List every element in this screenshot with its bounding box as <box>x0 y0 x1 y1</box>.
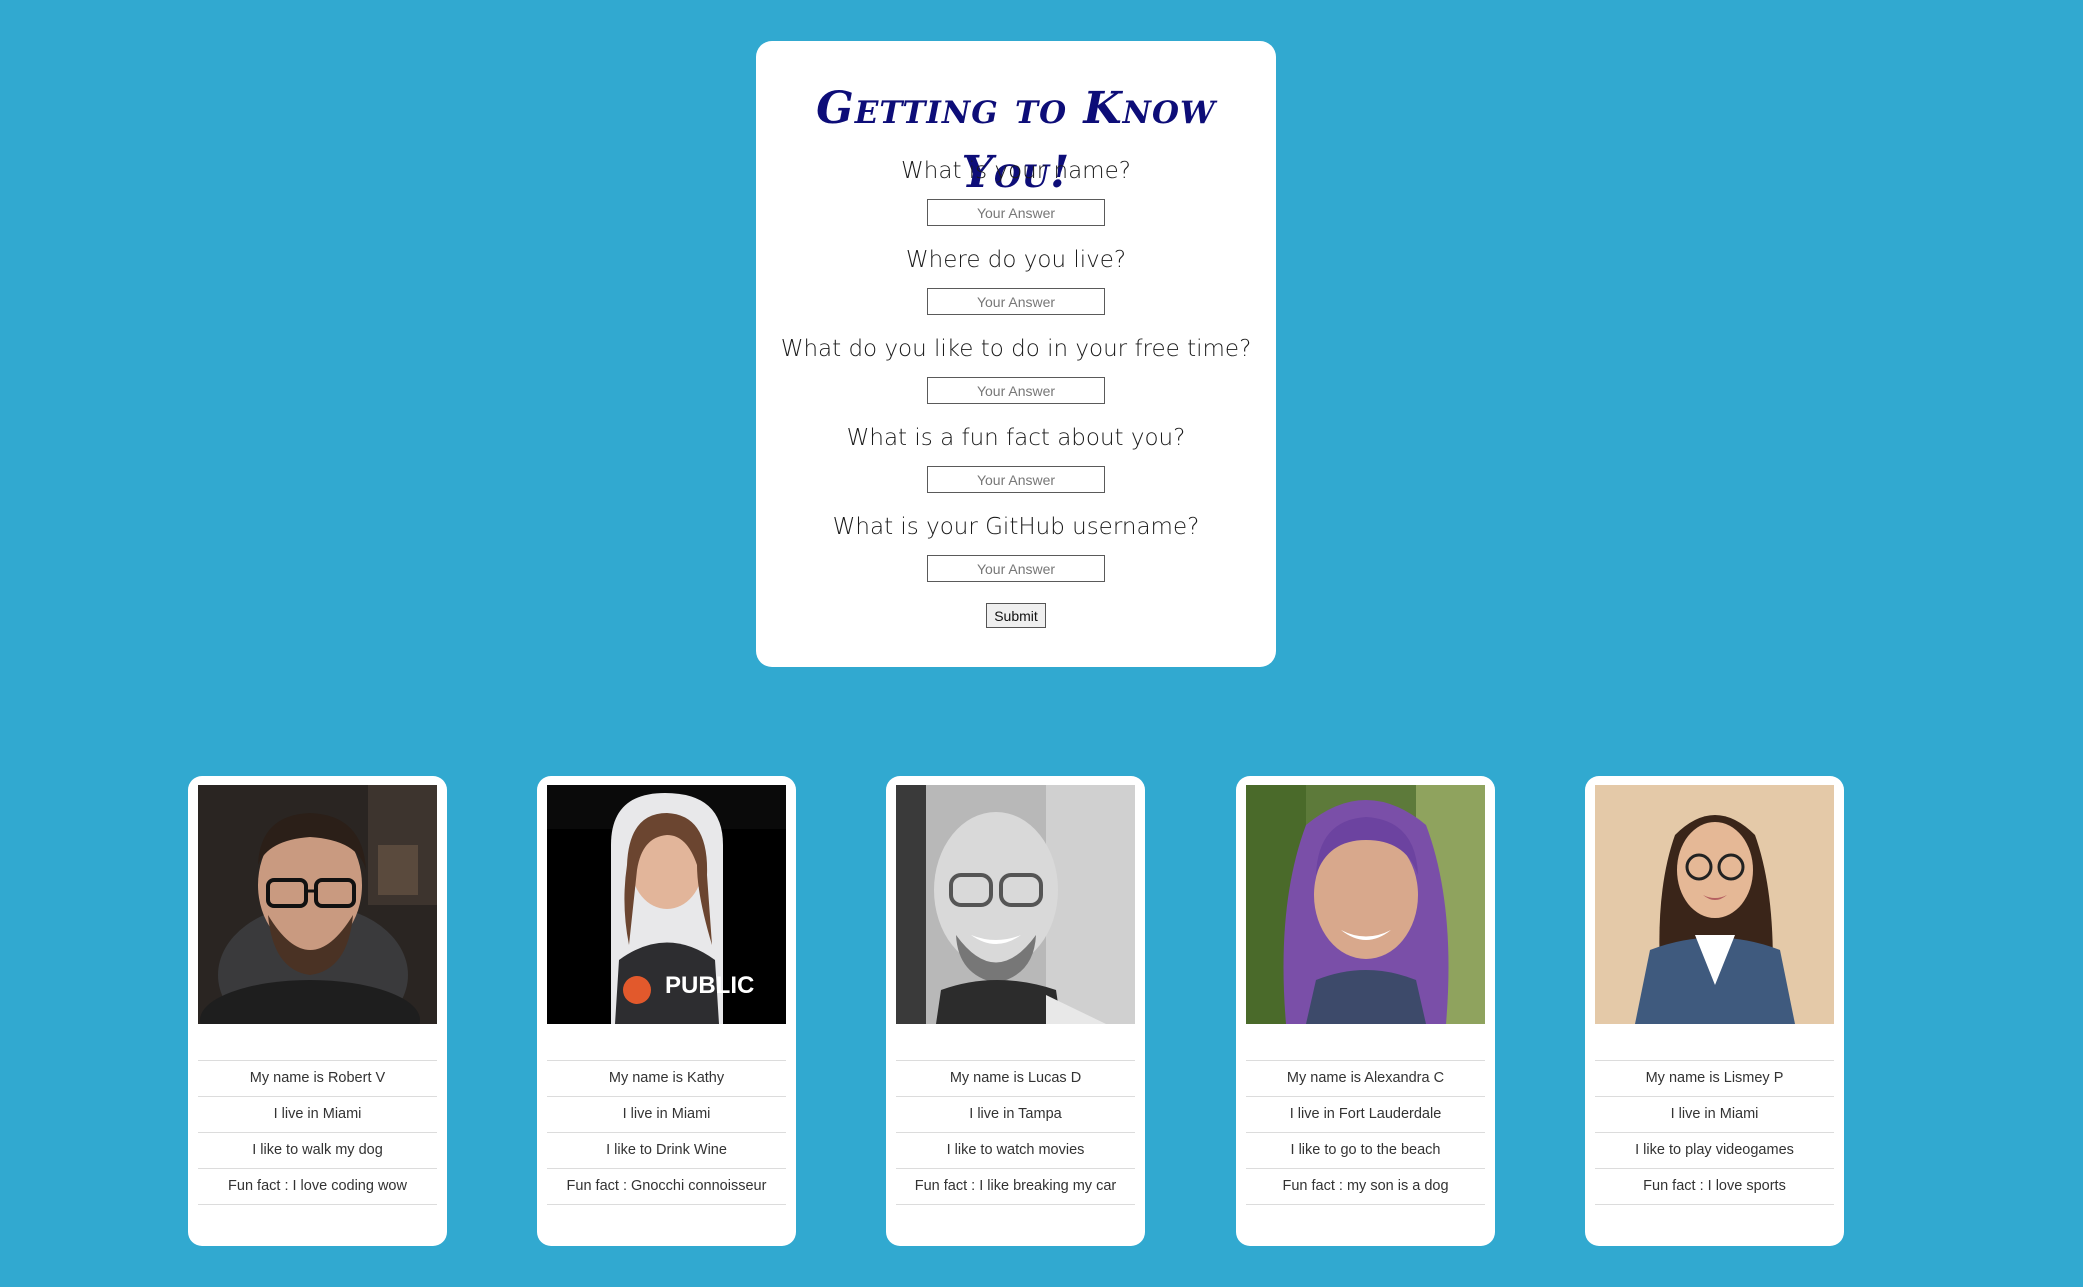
profile-name: My name is Robert V <box>198 1061 437 1097</box>
profile-card: PUBLIC My name is Kathy I live in Miami … <box>537 776 796 1246</box>
free-time-input[interactable] <box>927 377 1105 404</box>
profile-info-list: My name is Lucas D I live in Tampa I lik… <box>896 1060 1135 1205</box>
profile-fun-fact: Fun fact : I love sports <box>1595 1169 1834 1205</box>
profile-cards: My name is Robert V I live in Miami I li… <box>188 776 1846 1246</box>
profile-card: My name is Robert V I live in Miami I li… <box>188 776 447 1246</box>
profile-name: My name is Lucas D <box>896 1061 1135 1097</box>
profile-info-list: My name is Lismey P I live in Miami I li… <box>1595 1060 1834 1205</box>
question-location: Where do you live? <box>756 244 1276 315</box>
question-label: What is your GitHub username? <box>832 514 1200 540</box>
profile-card: My name is Alexandra C I live in Fort La… <box>1236 776 1495 1246</box>
submit-button[interactable]: Submit <box>986 603 1046 628</box>
profile-photo <box>198 785 437 1024</box>
profile-fun-fact: Fun fact : I love coding wow <box>198 1169 437 1205</box>
profile-photo <box>1595 785 1834 1024</box>
svg-text:PUBLIC: PUBLIC <box>665 972 754 999</box>
profile-info-list: My name is Alexandra C I live in Fort La… <box>1246 1060 1485 1205</box>
profile-hobby: I like to go to the beach <box>1246 1133 1485 1169</box>
question-label: What is a fun fact about you? <box>846 425 1186 451</box>
survey-form-card: Getting to Know You! What is your name? … <box>756 41 1276 667</box>
profile-photo: PUBLIC <box>547 785 786 1024</box>
question-label: Where do you live? <box>905 247 1127 273</box>
question-label: What is your name? <box>901 158 1131 184</box>
profile-location: I live in Miami <box>547 1097 786 1133</box>
profile-location: I live in Fort Lauderdale <box>1246 1097 1485 1133</box>
profile-fun-fact: Fun fact : Gnocchi connoisseur <box>547 1169 786 1205</box>
profile-hobby: I like to Drink Wine <box>547 1133 786 1169</box>
question-github: What is your GitHub username? <box>756 511 1276 582</box>
fun-fact-input[interactable] <box>927 466 1105 493</box>
profile-name: My name is Lismey P <box>1595 1061 1834 1097</box>
profile-card: My name is Lismey P I live in Miami I li… <box>1585 776 1844 1246</box>
profile-hobby: I like to watch movies <box>896 1133 1135 1169</box>
profile-name: My name is Alexandra C <box>1246 1061 1485 1097</box>
profile-hobby: I like to walk my dog <box>198 1133 437 1169</box>
question-label: What do you like to do in your free time… <box>780 336 1252 362</box>
question-free-time: What do you like to do in your free time… <box>756 333 1276 404</box>
form-title: Getting to Know You! <box>816 83 1216 198</box>
location-input[interactable] <box>927 288 1105 315</box>
profile-fun-fact: Fun fact : my son is a dog <box>1246 1169 1485 1205</box>
profile-location: I live in Tampa <box>896 1097 1135 1133</box>
profile-fun-fact: Fun fact : I like breaking my car <box>896 1169 1135 1205</box>
profile-location: I live in Miami <box>1595 1097 1834 1133</box>
profile-card: My name is Lucas D I live in Tampa I lik… <box>886 776 1145 1246</box>
question-fun-fact: What is a fun fact about you? <box>756 422 1276 493</box>
profile-photo <box>896 785 1135 1024</box>
profile-name: My name is Kathy <box>547 1061 786 1097</box>
profile-info-list: My name is Robert V I live in Miami I li… <box>198 1060 437 1205</box>
github-username-input[interactable] <box>927 555 1105 582</box>
profile-info-list: My name is Kathy I live in Miami I like … <box>547 1060 786 1205</box>
profile-location: I live in Miami <box>198 1097 437 1133</box>
profile-photo <box>1246 785 1485 1024</box>
profile-hobby: I like to play videogames <box>1595 1133 1834 1169</box>
